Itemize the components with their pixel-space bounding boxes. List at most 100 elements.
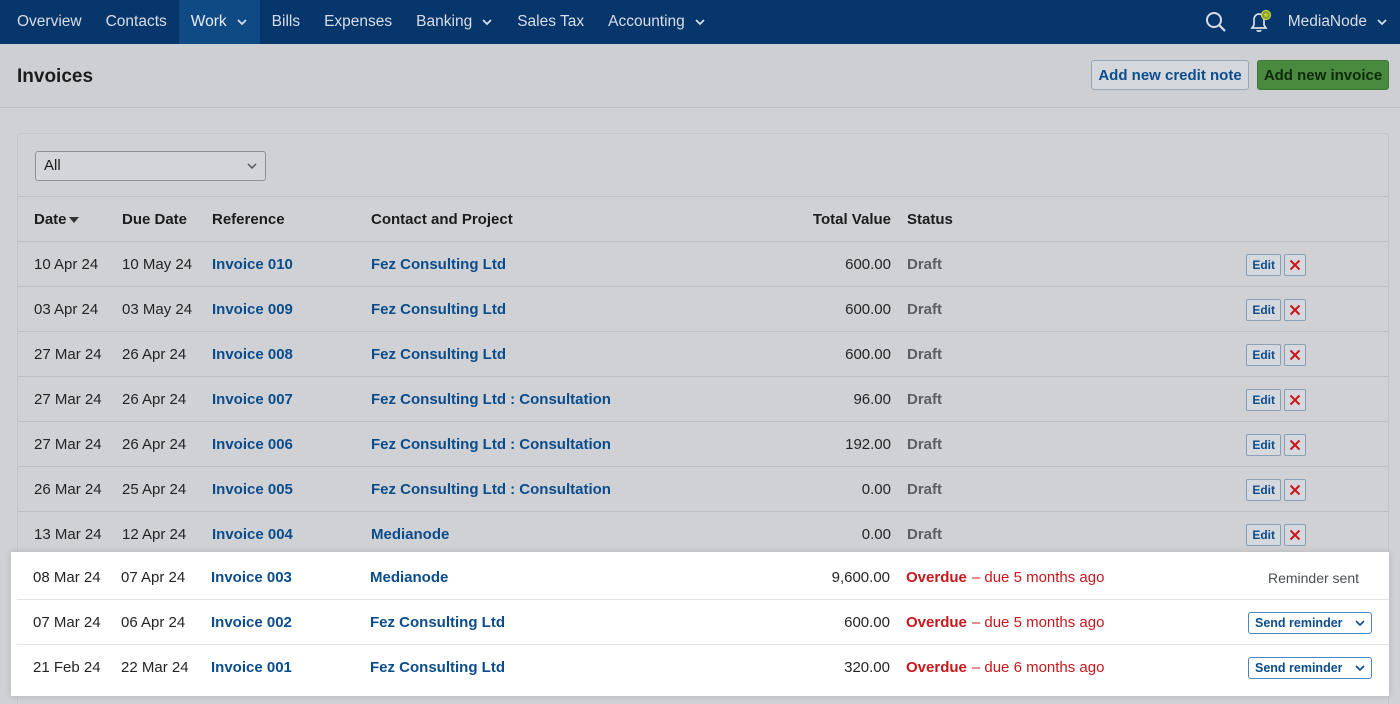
column-due-date[interactable]: Due Date xyxy=(122,197,187,242)
nav-right: MediaNode xyxy=(1194,0,1400,44)
delete-button[interactable] xyxy=(1284,298,1306,321)
contact-link[interactable]: Fez Consulting Ltd xyxy=(370,645,505,690)
nav-label: Expenses xyxy=(324,13,393,30)
table-row: 26 Mar 24 25 Apr 24 Invoice 005 Fez Cons… xyxy=(18,466,1388,511)
row-due-date: 06 Apr 24 xyxy=(121,614,186,631)
send-reminder-button[interactable]: Send reminder xyxy=(1248,611,1372,634)
nav-expenses[interactable]: Expenses xyxy=(312,0,404,44)
row-date: 27 Mar 24 xyxy=(34,346,102,363)
edit-button[interactable]: Edit xyxy=(1246,253,1281,276)
delete-button[interactable] xyxy=(1284,478,1306,501)
search-button[interactable] xyxy=(1194,0,1238,44)
row-actions: Send reminder xyxy=(1109,645,1389,690)
send-reminder-label: Send reminder xyxy=(1255,660,1343,675)
status-overdue: Overdue xyxy=(906,659,967,676)
delete-button[interactable] xyxy=(1284,343,1306,366)
nav-work[interactable]: Work xyxy=(178,0,260,44)
overdue-section: 08 Mar 24 07 Apr 24 Invoice 003 Medianod… xyxy=(11,552,1389,696)
nav-accounting[interactable]: Accounting xyxy=(596,0,718,44)
row-date: 03 Apr 24 xyxy=(34,301,99,318)
column-status[interactable]: Status xyxy=(907,197,953,242)
contact-link[interactable]: Medianode xyxy=(371,512,449,557)
invoice-link[interactable]: Invoice 004 xyxy=(212,512,293,557)
row-date: 10 Apr 24 xyxy=(34,256,99,273)
column-reference[interactable]: Reference xyxy=(212,197,285,242)
invoice-link[interactable]: Invoice 006 xyxy=(212,422,293,467)
status-badge: Draft xyxy=(907,436,943,453)
delete-button[interactable] xyxy=(1284,523,1306,546)
nav-label: Work xyxy=(190,13,227,30)
status-detail: – due 5 months ago xyxy=(971,614,1105,631)
edit-button[interactable]: Edit xyxy=(1246,298,1281,321)
account-menu[interactable]: MediaNode xyxy=(1282,13,1400,31)
invoice-link[interactable]: Invoice 003 xyxy=(211,555,292,600)
nav-overview[interactable]: Overview xyxy=(0,0,94,44)
row-actions: Edit xyxy=(1108,332,1388,377)
chevron-down-icon xyxy=(237,19,247,26)
invoice-link[interactable]: Invoice 001 xyxy=(211,645,292,690)
close-icon xyxy=(1289,439,1301,450)
row-total: 320.00 xyxy=(844,659,890,676)
edit-button[interactable]: Edit xyxy=(1246,523,1281,546)
table-header: Date Due Date Reference Contact and Proj… xyxy=(18,196,1388,241)
edit-button[interactable]: Edit xyxy=(1246,343,1281,366)
contact-link[interactable]: Medianode xyxy=(370,555,448,600)
nav-contacts[interactable]: Contacts xyxy=(94,0,179,44)
edit-button[interactable]: Edit xyxy=(1246,388,1281,411)
edit-button[interactable]: Edit xyxy=(1246,478,1281,501)
bell-icon xyxy=(1250,9,1271,32)
row-due-date: 25 Apr 24 xyxy=(122,481,187,498)
page-header: Invoices Add new credit note Add new inv… xyxy=(0,44,1400,108)
search-icon xyxy=(1205,12,1226,32)
table-row: 21 Feb 24 22 Mar 24 Invoice 001 Fez Cons… xyxy=(17,645,1389,690)
status-filter-select[interactable]: All xyxy=(35,151,266,181)
notifications-button[interactable] xyxy=(1238,0,1282,44)
nav-label: Bills xyxy=(271,13,301,30)
status-detail: – due 6 months ago xyxy=(971,659,1105,676)
delete-button[interactable] xyxy=(1284,433,1306,456)
nav-label: Accounting xyxy=(608,13,685,30)
nav-sales-tax[interactable]: Sales Tax xyxy=(505,0,596,44)
chevron-down-icon xyxy=(695,19,705,26)
table-row: 27 Mar 24 26 Apr 24 Invoice 007 Fez Cons… xyxy=(18,376,1388,421)
edit-button[interactable]: Edit xyxy=(1246,433,1281,456)
send-reminder-label: Send reminder xyxy=(1255,615,1343,630)
add-credit-note-button[interactable]: Add new credit note xyxy=(1091,60,1249,90)
close-icon xyxy=(1289,394,1301,405)
invoice-link[interactable]: Invoice 002 xyxy=(211,600,292,645)
row-total: 0.00 xyxy=(861,481,891,498)
invoice-link[interactable]: Invoice 008 xyxy=(212,332,293,377)
row-total: 192.00 xyxy=(845,436,891,453)
close-icon xyxy=(1289,484,1301,495)
add-invoice-button[interactable]: Add new invoice xyxy=(1257,60,1389,90)
row-total: 600.00 xyxy=(845,301,891,318)
row-total: 600.00 xyxy=(844,614,890,631)
nav-bills[interactable]: Bills xyxy=(260,0,312,44)
column-total[interactable]: Total Value xyxy=(778,197,891,242)
table-row: 27 Mar 24 26 Apr 24 Invoice 008 Fez Cons… xyxy=(18,331,1388,376)
delete-button[interactable] xyxy=(1284,253,1306,276)
contact-link[interactable]: Fez Consulting Ltd xyxy=(371,242,506,287)
send-reminder-button[interactable]: Send reminder xyxy=(1248,656,1372,679)
row-total: 0.00 xyxy=(861,526,891,543)
chevron-down-icon xyxy=(482,19,492,26)
status-badge: Draft xyxy=(907,481,943,498)
contact-link[interactable]: Fez Consulting Ltd xyxy=(370,600,505,645)
table-row: 13 Mar 24 12 Apr 24 Invoice 004 Medianod… xyxy=(18,511,1388,556)
contact-link[interactable]: Fez Consulting Ltd : Consultation xyxy=(371,422,611,467)
row-date: 26 Mar 24 xyxy=(34,481,102,498)
status-overdue: Overdue xyxy=(906,569,967,586)
invoice-link[interactable]: Invoice 009 xyxy=(212,287,293,332)
contact-link[interactable]: Fez Consulting Ltd xyxy=(371,332,506,377)
row-date: 08 Mar 24 xyxy=(33,569,101,586)
invoice-link[interactable]: Invoice 007 xyxy=(212,377,293,422)
delete-button[interactable] xyxy=(1284,388,1306,411)
invoice-link[interactable]: Invoice 010 xyxy=(212,242,293,287)
contact-link[interactable]: Fez Consulting Ltd : Consultation xyxy=(371,377,611,422)
column-date[interactable]: Date xyxy=(34,197,79,242)
invoice-link[interactable]: Invoice 005 xyxy=(212,467,293,512)
contact-link[interactable]: Fez Consulting Ltd : Consultation xyxy=(371,467,611,512)
column-contact[interactable]: Contact and Project xyxy=(371,197,513,242)
nav-banking[interactable]: Banking xyxy=(404,0,505,44)
contact-link[interactable]: Fez Consulting Ltd xyxy=(371,287,506,332)
